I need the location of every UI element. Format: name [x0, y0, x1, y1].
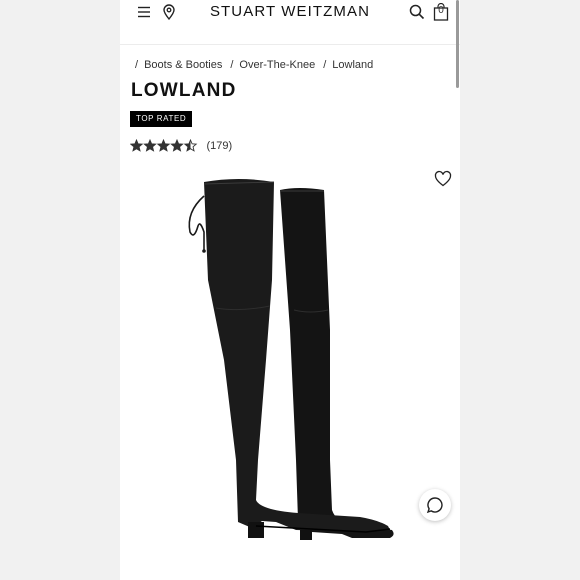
chat-bubble-icon	[426, 497, 443, 514]
mobile-page: STUART WEITZMAN 0 / Boots & Booties / Over-…	[120, 0, 460, 580]
cart-count: 0	[438, 5, 444, 16]
breadcrumb-link-boots-booties[interactable]: Boots & Booties	[144, 59, 222, 71]
star-rating[interactable]: (179)	[129, 137, 232, 152]
breadcrumb-current-lowland[interactable]: Lowland	[332, 59, 373, 71]
product-image	[188, 179, 394, 540]
scrollbar[interactable]	[456, 0, 459, 88]
breadcrumb-separator: /	[323, 59, 327, 71]
rating-stars	[129, 138, 198, 152]
breadcrumb-separator: /	[230, 59, 234, 71]
heart-icon[interactable]	[434, 170, 452, 188]
search-icon[interactable]	[408, 3, 426, 21]
top-rated-badge: TOP RATED	[130, 111, 193, 127]
product-title: LOWLAND	[131, 80, 237, 101]
chat-button[interactable]	[419, 489, 451, 521]
boot-shaft	[204, 179, 394, 538]
review-count[interactable]: (179)	[206, 140, 232, 152]
breadcrumb-separator: /	[135, 59, 139, 71]
breadcrumb-link-over-the-knee[interactable]: Over-The-Knee	[239, 59, 315, 71]
breadcrumb: / Boots & Booties / Over-The-Knee / Lowland	[135, 59, 381, 71]
site-header: STUART WEITZMAN 0	[120, 0, 460, 45]
